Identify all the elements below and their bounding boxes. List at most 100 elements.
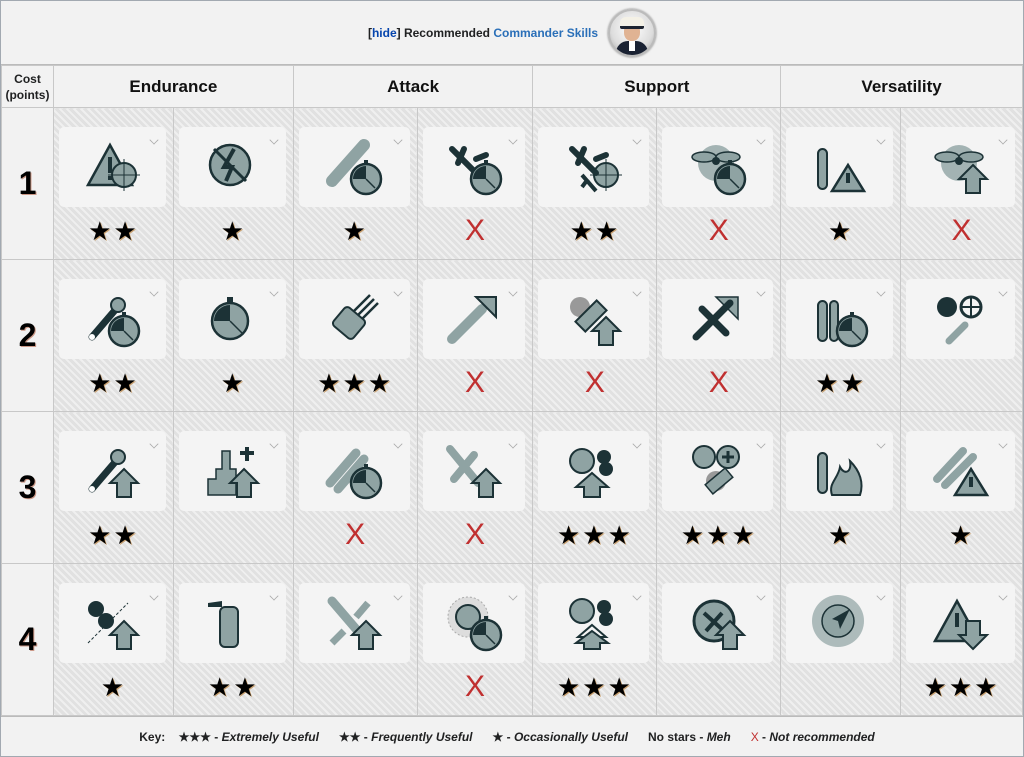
detection-compass-icon bbox=[811, 595, 864, 647]
chevron-down-icon[interactable] bbox=[756, 135, 766, 145]
chevron-down-icon[interactable] bbox=[149, 287, 159, 297]
skill-card[interactable] bbox=[58, 431, 166, 511]
chevron-down-icon[interactable] bbox=[393, 287, 403, 297]
skill-cell: ★ bbox=[900, 411, 1023, 564]
skill-card[interactable] bbox=[538, 431, 650, 511]
skill-card[interactable] bbox=[178, 127, 286, 207]
chevron-down-icon[interactable] bbox=[149, 439, 159, 449]
skill-card[interactable] bbox=[178, 583, 286, 663]
skill-card[interactable] bbox=[662, 431, 774, 511]
commander-skills-link[interactable]: Commander Skills bbox=[493, 26, 598, 40]
chevron-down-icon[interactable] bbox=[269, 439, 279, 449]
cost-label: 4 bbox=[1, 563, 54, 716]
skill-cell: ★★★ bbox=[900, 563, 1023, 716]
skill-card[interactable] bbox=[906, 127, 1015, 207]
category-support: Support bbox=[532, 65, 782, 108]
chevron-down-icon[interactable] bbox=[508, 591, 518, 601]
skill-cell: ★★ bbox=[52, 107, 174, 260]
skill-cell: ★★★ bbox=[292, 259, 418, 412]
chevron-down-icon[interactable] bbox=[393, 591, 403, 601]
skill-cell: ★ bbox=[780, 411, 902, 564]
chevron-down-icon[interactable] bbox=[756, 287, 766, 297]
skill-card[interactable] bbox=[906, 279, 1015, 359]
chevron-down-icon[interactable] bbox=[269, 591, 279, 601]
skills-table: Cost (points) Endurance Attack Support Ve… bbox=[1, 65, 1023, 716]
skill-card[interactable] bbox=[58, 279, 166, 359]
skill-card[interactable] bbox=[786, 583, 894, 663]
skill-card[interactable] bbox=[58, 127, 166, 207]
key-item: ★★ - Frequently Useful bbox=[338, 730, 473, 744]
skill-cell: ★ bbox=[172, 107, 294, 260]
chevron-down-icon[interactable] bbox=[149, 135, 159, 145]
skill-card[interactable] bbox=[538, 279, 650, 359]
skill-card[interactable] bbox=[58, 583, 166, 663]
key-item: ★★★ - Extremely Useful bbox=[178, 730, 319, 744]
skill-cell: X bbox=[532, 259, 658, 412]
chevron-down-icon[interactable] bbox=[632, 439, 642, 449]
chevron-down-icon[interactable] bbox=[393, 135, 403, 145]
rating: X bbox=[465, 366, 486, 399]
skill-card[interactable] bbox=[422, 583, 526, 663]
skill-card[interactable] bbox=[786, 431, 894, 511]
chevron-down-icon[interactable] bbox=[998, 135, 1008, 145]
cost-label: 2 bbox=[1, 259, 54, 412]
skill-card[interactable] bbox=[662, 127, 774, 207]
skill-card[interactable] bbox=[538, 127, 650, 207]
skill-cell: ★★ bbox=[780, 259, 902, 412]
gears-wrench-icon bbox=[936, 295, 983, 345]
torpedoes-timer-icon bbox=[325, 448, 383, 500]
skill-cell: X bbox=[656, 259, 782, 412]
rating: X bbox=[465, 214, 486, 247]
skill-cell: X bbox=[416, 563, 534, 716]
skill-card[interactable] bbox=[538, 583, 650, 663]
skill-card[interactable] bbox=[298, 431, 410, 511]
skill-card[interactable] bbox=[178, 431, 286, 511]
chevron-down-icon[interactable] bbox=[508, 135, 518, 145]
skill-cell: ★★ bbox=[172, 563, 294, 716]
chevron-down-icon[interactable] bbox=[876, 439, 886, 449]
skill-card[interactable] bbox=[298, 279, 410, 359]
chevron-down-icon[interactable] bbox=[998, 439, 1008, 449]
skill-card[interactable] bbox=[422, 431, 526, 511]
torpedo-timer-icon bbox=[326, 139, 383, 196]
aa-heal-smoke-icon bbox=[691, 445, 740, 496]
skill-card[interactable] bbox=[422, 279, 526, 359]
chevron-down-icon[interactable] bbox=[632, 591, 642, 601]
chevron-down-icon[interactable] bbox=[756, 591, 766, 601]
chevron-down-icon[interactable] bbox=[998, 287, 1008, 297]
panel-title-bar: [hide] Recommended Commander Skills bbox=[1, 1, 1023, 65]
rating: X bbox=[708, 366, 729, 399]
chevron-down-icon[interactable] bbox=[508, 439, 518, 449]
skill-cell bbox=[292, 563, 418, 716]
chevron-down-icon[interactable] bbox=[508, 287, 518, 297]
chevron-down-icon[interactable] bbox=[632, 287, 642, 297]
skill-cell: X bbox=[416, 259, 534, 412]
torpedo-arrow-icon bbox=[447, 296, 498, 344]
skill-card[interactable] bbox=[178, 279, 286, 359]
chevron-down-icon[interactable] bbox=[998, 591, 1008, 601]
skill-card[interactable] bbox=[786, 279, 894, 359]
chevron-down-icon[interactable] bbox=[149, 591, 159, 601]
chevron-down-icon[interactable] bbox=[756, 439, 766, 449]
chevron-down-icon[interactable] bbox=[632, 135, 642, 145]
wrench-timer-icon bbox=[88, 297, 141, 348]
rating: X bbox=[465, 670, 486, 703]
chevron-down-icon[interactable] bbox=[269, 287, 279, 297]
hide-toggle-link[interactable]: hide bbox=[372, 26, 397, 40]
chevron-down-icon[interactable] bbox=[876, 591, 886, 601]
skill-card[interactable] bbox=[906, 583, 1015, 663]
skill-card[interactable] bbox=[786, 127, 894, 207]
skill-card[interactable] bbox=[298, 127, 410, 207]
skill-card[interactable] bbox=[662, 583, 774, 663]
chevron-down-icon[interactable] bbox=[393, 439, 403, 449]
skill-card[interactable] bbox=[906, 431, 1015, 511]
skill-card[interactable] bbox=[662, 279, 774, 359]
chevron-down-icon[interactable] bbox=[876, 135, 886, 145]
skill-card[interactable] bbox=[422, 127, 526, 207]
chevron-down-icon[interactable] bbox=[876, 287, 886, 297]
skill-cell bbox=[900, 259, 1023, 412]
chevron-down-icon[interactable] bbox=[269, 135, 279, 145]
skill-card[interactable] bbox=[298, 583, 410, 663]
skill-cell: ★★★ bbox=[532, 411, 658, 564]
table-row: 1 ★★ ★ ★ X ★★ X ★ X bbox=[1, 107, 1023, 260]
